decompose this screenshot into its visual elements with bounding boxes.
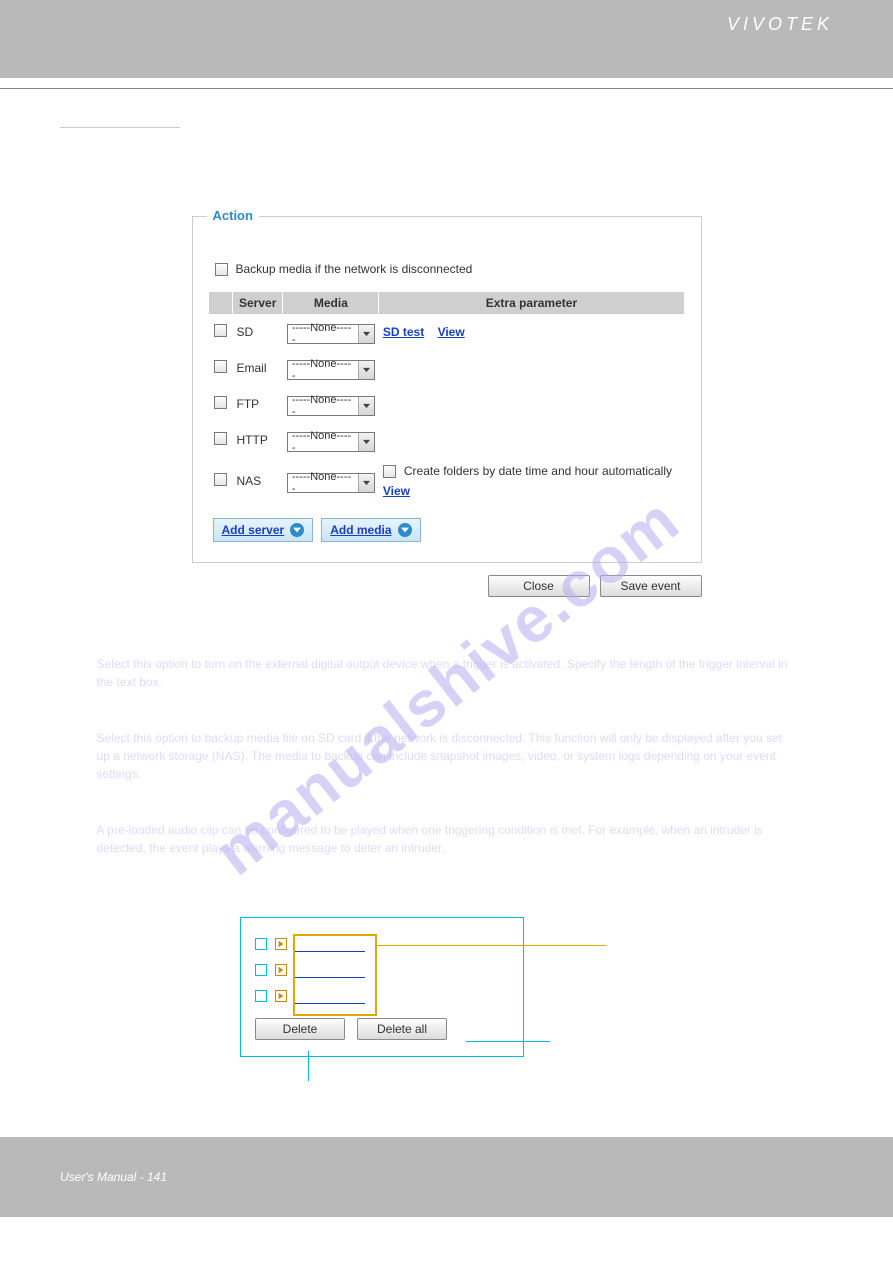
delete-button[interactable]: Delete <box>255 1018 345 1040</box>
recording-link[interactable]: 20190307 <box>295 988 365 1004</box>
table-row: Email -----None----- <box>209 350 685 386</box>
http-media-select[interactable]: -----None----- <box>287 432 375 452</box>
col-blank <box>209 292 233 314</box>
table-row: SD -----None----- SD test View <box>209 314 685 350</box>
save-event-button[interactable]: Save event <box>600 575 702 597</box>
callout-label-links: Click to open recording details <box>610 937 757 949</box>
arrow-right-icon <box>275 938 287 950</box>
callout-label-deleteall: Click to delete all recordings <box>554 1033 692 1045</box>
trigger-uo-heading: ■ Trigger digital output for ~ seconds <box>97 627 797 645</box>
action-panel: Action Backup media if the network is di… <box>192 216 702 563</box>
nas-autofolder-label: Create folders by date time and hour aut… <box>404 464 672 478</box>
backup-body: Select this option to backup media file … <box>97 729 797 783</box>
chevron-down-icon <box>358 397 374 415</box>
nas-server-label: NAS <box>233 458 283 504</box>
col-extra: Extra parameter <box>379 292 684 314</box>
email-media-select[interactable]: -----None----- <box>287 360 375 380</box>
delete-all-button[interactable]: Delete all <box>357 1018 447 1040</box>
nas-autofolder-checkbox[interactable] <box>383 465 396 478</box>
sd-media-select[interactable]: -----None----- <box>287 324 375 344</box>
section-title: 3. Action <box>60 109 180 128</box>
nas-checkbox[interactable] <box>214 473 227 486</box>
col-media: Media <box>283 292 379 314</box>
table-row: NAS -----None----- Create folders by dat… <box>209 458 685 504</box>
arrow-right-icon <box>275 964 287 976</box>
chevron-down-icon <box>398 523 412 537</box>
add-media-button[interactable]: Add media <box>321 518 420 542</box>
trigger-uo-body: Select this option to turn on the extern… <box>97 655 797 691</box>
ftp-server-label: FTP <box>233 386 283 422</box>
intro-text: Define the actions to be performed by th… <box>60 138 833 156</box>
email-server-label: Email <box>233 350 283 386</box>
bottom-banner: User's Manual - 141 <box>0 1137 893 1217</box>
col-server: Server <box>233 292 283 314</box>
play-heading: ■ Play audio clip: <box>97 793 797 811</box>
email-checkbox[interactable] <box>214 360 227 373</box>
arrow-right-icon <box>275 990 287 1002</box>
add-server-button[interactable]: Add server <box>213 518 314 542</box>
recordings-panel: 20190305 20190306 20190307 Delete Delete… <box>240 917 524 1057</box>
brand-logo: VIVOTEK <box>727 14 833 34</box>
recording-checkbox[interactable] <box>255 938 267 950</box>
sd-server-label: SD <box>233 314 283 350</box>
chevron-down-icon <box>358 361 374 379</box>
page-content: manualshive.com 3. Action Define the act… <box>0 89 893 1097</box>
recording-checkbox[interactable] <box>255 964 267 976</box>
backup-heading: ■ Backup media if the network is disconn… <box>97 701 797 719</box>
footer-left: User's Manual - 141 <box>60 1170 167 1184</box>
backup-label: Backup media if the network is disconnec… <box>236 262 473 276</box>
top-banner: VIVOTEK <box>0 0 893 78</box>
table-row: FTP -----None----- <box>209 386 685 422</box>
table-row: HTTP -----None----- <box>209 422 685 458</box>
ftp-checkbox[interactable] <box>214 396 227 409</box>
chevron-down-icon <box>290 523 304 537</box>
list-item: 20190306 <box>255 962 509 978</box>
close-button[interactable]: Close <box>488 575 590 597</box>
sd-checkbox[interactable] <box>214 324 227 337</box>
callout-line <box>308 1051 309 1081</box>
action-table: Server Media Extra parameter SD -----Non… <box>209 292 685 504</box>
ftp-media-select[interactable]: -----None----- <box>287 396 375 416</box>
recording-link[interactable]: 20190306 <box>295 962 365 978</box>
list-item: 20190305 <box>255 936 509 952</box>
recording-link[interactable]: 20190305 <box>295 936 365 952</box>
chevron-down-icon <box>358 474 374 492</box>
backup-checkbox[interactable] <box>215 263 228 276</box>
http-server-label: HTTP <box>233 422 283 458</box>
callout-label-delete: Click to delete selected items <box>246 1085 466 1097</box>
sd-test-link[interactable]: SD test <box>383 325 424 339</box>
play-body: A pre-loaded audio clip can be configure… <box>97 821 797 857</box>
chevron-down-icon <box>358 325 374 343</box>
recording-checkbox[interactable] <box>255 990 267 1002</box>
http-checkbox[interactable] <box>214 432 227 445</box>
list-item: 20190307 <box>255 988 509 1004</box>
action-legend: Action <box>207 208 259 223</box>
nas-view-link[interactable]: View <box>383 484 680 498</box>
callout-line <box>376 945 606 946</box>
nas-media-select[interactable]: -----None----- <box>287 473 375 493</box>
chevron-down-icon <box>358 433 374 451</box>
sd-view-link[interactable]: View <box>438 325 465 339</box>
callout-line <box>466 1041 550 1042</box>
